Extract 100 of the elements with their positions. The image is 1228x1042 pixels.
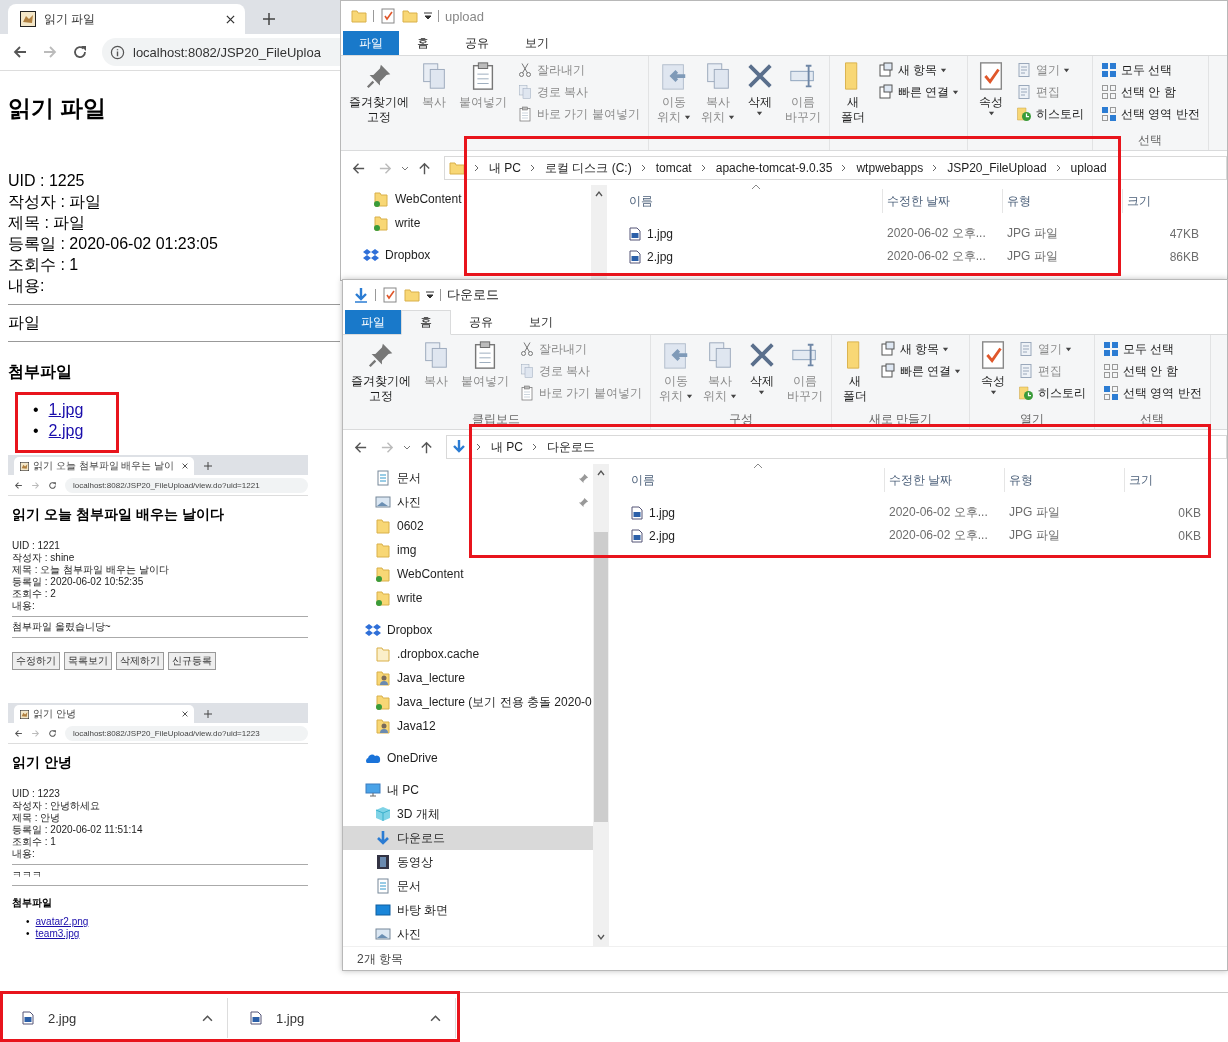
nav-item[interactable]: Dropbox <box>341 243 591 267</box>
ribbon-button[interactable]: 삭제 <box>742 338 781 411</box>
nav-item[interactable]: 사진 <box>343 922 593 946</box>
ribbon-button[interactable]: 새 폴더 <box>833 59 872 132</box>
file-row[interactable]: 1.jpg 2020-06-02 오후... JPG 파일 47KB <box>625 223 1227 244</box>
nav-item[interactable]: 동영상 <box>343 850 593 874</box>
ribbon-button[interactable]: 선택 안 함 <box>1099 360 1206 382</box>
back-icon[interactable] <box>14 480 23 490</box>
ribbon-button[interactable]: 속성 <box>972 59 1010 132</box>
nav-item[interactable]: img <box>343 538 593 562</box>
scroll-up-icon[interactable] <box>594 189 604 199</box>
ribbon-tab[interactable]: 홈 <box>401 310 451 335</box>
caret-up-icon[interactable] <box>202 1014 213 1022</box>
nav-item[interactable]: 3D 개체 <box>343 802 593 826</box>
nav-item[interactable]: 문서 <box>343 466 593 490</box>
address-bar[interactable]: localhost:8082/JSP20_FileUpload/view.do?uid=1223 <box>65 725 308 741</box>
properties-icon[interactable] <box>380 8 396 24</box>
ribbon-button[interactable]: 선택 영역 반전 <box>1097 103 1204 125</box>
column-header[interactable]: 유형 <box>1003 189 1123 213</box>
form-button[interactable]: 삭제하기 <box>116 652 164 670</box>
reload-icon[interactable] <box>48 728 57 738</box>
ribbon-button[interactable]: 즐겨찾기에 고정 <box>345 59 413 132</box>
ribbon-button[interactable]: 빠른 연결 <box>873 81 963 103</box>
nav-item[interactable]: 문서 <box>343 874 593 898</box>
scroll-down-icon[interactable] <box>596 932 606 942</box>
ribbon-button[interactable]: 새 항목 <box>873 59 963 81</box>
ribbon-button[interactable]: 새 항목 <box>875 338 965 360</box>
nav-item[interactable]: OneDrive <box>343 746 593 770</box>
nav-item[interactable]: 다운로드 <box>343 826 593 850</box>
nav-item[interactable]: 내 PC <box>343 778 593 802</box>
scrollbar[interactable] <box>591 185 607 280</box>
pin-icon[interactable] <box>578 496 589 508</box>
address-bar[interactable]: 내 PC 다운로드 <box>446 435 1227 459</box>
pin-icon[interactable] <box>578 472 589 484</box>
file-row[interactable]: 1.jpg 2020-06-02 오후... JPG 파일 0KB <box>627 502 1227 523</box>
nav-item[interactable]: WebContent <box>341 187 591 211</box>
nav-item[interactable]: Java_lecture (보기 전용 충돌 2020-0 <box>343 690 593 714</box>
ribbon-button[interactable]: 새 폴더 <box>835 338 874 411</box>
ribbon-button[interactable]: 모두 선택 <box>1099 338 1206 360</box>
ribbon-button[interactable]: 히스토리 <box>1014 382 1090 404</box>
ribbon-tab[interactable]: 보기 <box>511 310 571 334</box>
column-header[interactable]: 이름 <box>625 189 883 213</box>
column-header[interactable]: 크기 <box>1125 468 1205 492</box>
nav-item[interactable]: 바탕 화면 <box>343 898 593 922</box>
ribbon-tab[interactable]: 파일 <box>345 310 401 334</box>
browser-tab[interactable]: 읽기 안녕 <box>14 705 194 723</box>
nav-item[interactable]: write <box>343 586 593 610</box>
ribbon-tab[interactable]: 파일 <box>343 31 399 55</box>
reload-icon[interactable] <box>72 44 88 60</box>
form-button[interactable]: 신규등록 <box>168 652 216 670</box>
nav-item[interactable]: write <box>341 211 591 235</box>
up-icon[interactable] <box>417 160 432 176</box>
download-item[interactable]: 1.jpg <box>228 998 456 1038</box>
new-tab-icon[interactable] <box>263 13 275 25</box>
download-item[interactable]: 2.jpg <box>0 998 228 1038</box>
form-button[interactable]: 목록보기 <box>64 652 112 670</box>
nav-item[interactable]: Java_lecture <box>343 666 593 690</box>
ribbon-button[interactable]: 즐겨찾기에 고정 <box>347 338 415 411</box>
caret-up-icon[interactable] <box>430 1014 441 1022</box>
attachment-link[interactable]: 2.jpg <box>48 420 84 441</box>
ribbon-tab[interactable]: 공유 <box>451 310 511 334</box>
new-tab-icon[interactable] <box>204 462 212 470</box>
ribbon-tab[interactable]: 보기 <box>507 31 567 55</box>
column-header[interactable]: 수정한 날짜 <box>885 468 1005 492</box>
column-header[interactable]: 이름 <box>627 468 885 492</box>
nav-item[interactable]: Dropbox <box>343 618 593 642</box>
nav-item[interactable]: 사진 <box>343 490 593 514</box>
close-icon[interactable] <box>182 711 188 717</box>
close-icon[interactable] <box>226 14 235 24</box>
back-icon[interactable] <box>14 728 23 738</box>
caret-icon[interactable] <box>426 291 434 299</box>
reload-icon[interactable] <box>48 480 57 490</box>
ribbon-tab[interactable]: 공유 <box>447 31 507 55</box>
form-button[interactable]: 수정하기 <box>12 652 60 670</box>
ribbon-tab[interactable]: 홈 <box>399 31 447 55</box>
file-row[interactable]: 2.jpg 2020-06-02 오후... JPG 파일 86KB <box>625 246 1227 267</box>
ribbon-button[interactable]: 삭제 <box>740 59 779 132</box>
attachment-link[interactable]: 1.jpg <box>48 399 84 420</box>
ribbon-button[interactable]: 히스토리 <box>1012 103 1088 125</box>
ribbon-button[interactable]: 속성 <box>974 338 1012 411</box>
new-tab-icon[interactable] <box>204 710 212 718</box>
attachment-link[interactable]: team3.jpg <box>35 928 80 940</box>
up-icon[interactable] <box>419 439 434 455</box>
scrollbar[interactable] <box>593 464 609 946</box>
browser-tab[interactable]: 읽기 오늘 첨부파일 배우는 날이 <box>14 457 194 475</box>
column-header[interactable]: 크기 <box>1123 189 1203 213</box>
scroll-up-icon[interactable] <box>596 468 606 478</box>
ribbon-button[interactable]: 선택 안 함 <box>1097 81 1204 103</box>
ribbon-button[interactable]: 모두 선택 <box>1097 59 1204 81</box>
back-icon[interactable] <box>12 44 28 60</box>
ribbon-button[interactable]: 선택 영역 반전 <box>1099 382 1206 404</box>
properties-icon[interactable] <box>382 287 398 303</box>
address-bar[interactable]: 내 PC 로컬 디스크 (C:) tomcat apache-tomcat-9.0.35 wtpwebapps JSP20_FileUpload upload <box>444 156 1227 180</box>
address-bar[interactable]: localhost:8082/JSP20_FileUpload/view.do?uid=1221 <box>65 477 308 493</box>
nav-item[interactable]: Java12 <box>343 714 593 738</box>
attachment-link[interactable]: avatar2.png <box>35 916 89 928</box>
column-header[interactable]: 유형 <box>1005 468 1125 492</box>
file-row[interactable]: 2.jpg 2020-06-02 오후... JPG 파일 0KB <box>627 525 1227 546</box>
caret-icon[interactable] <box>424 12 432 20</box>
nav-item[interactable]: .dropbox.cache <box>343 642 593 666</box>
